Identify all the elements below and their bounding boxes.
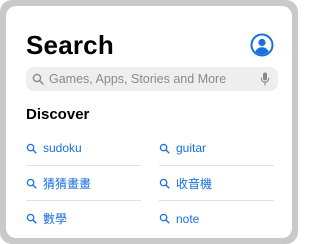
page-title: Search: [26, 29, 114, 60]
discover-item-label: note: [176, 211, 200, 226]
search-field[interactable]: [26, 67, 278, 91]
discover-item-math[interactable]: 數學: [26, 201, 141, 236]
discover-item-label: 收音機: [176, 176, 213, 191]
discover-item-label: 猜猜畫畫: [43, 176, 92, 191]
search-icon: [26, 143, 37, 154]
discover-item-sudoku[interactable]: sudoku: [26, 131, 141, 166]
search-icon: [159, 213, 170, 224]
window-frame: Search Discover: [0, 0, 298, 244]
discover-item-label: guitar: [176, 141, 207, 155]
search-input[interactable]: [49, 72, 260, 86]
discover-grid: sudoku guitar 猜猜畫畫 收音機 數學 note: [26, 131, 278, 236]
discover-item-guitar[interactable]: guitar: [159, 131, 274, 166]
search-icon: [159, 143, 170, 154]
discover-item-radio[interactable]: 收音機: [159, 166, 274, 201]
search-icon: [26, 178, 37, 189]
search-panel: Search Discover: [6, 6, 292, 238]
search-icon: [159, 178, 170, 189]
discover-item-label: 數學: [43, 212, 68, 226]
discover-item-draw-guess[interactable]: 猜猜畫畫: [26, 166, 141, 201]
search-icon: [32, 73, 44, 85]
discover-heading: Discover: [26, 106, 90, 123]
microphone-icon[interactable]: [260, 72, 270, 86]
discover-item-label: sudoku: [43, 141, 82, 155]
header: Search: [26, 30, 278, 60]
search-icon: [26, 213, 37, 224]
profile-icon[interactable]: [250, 33, 274, 57]
discover-item-note[interactable]: note: [159, 201, 274, 236]
